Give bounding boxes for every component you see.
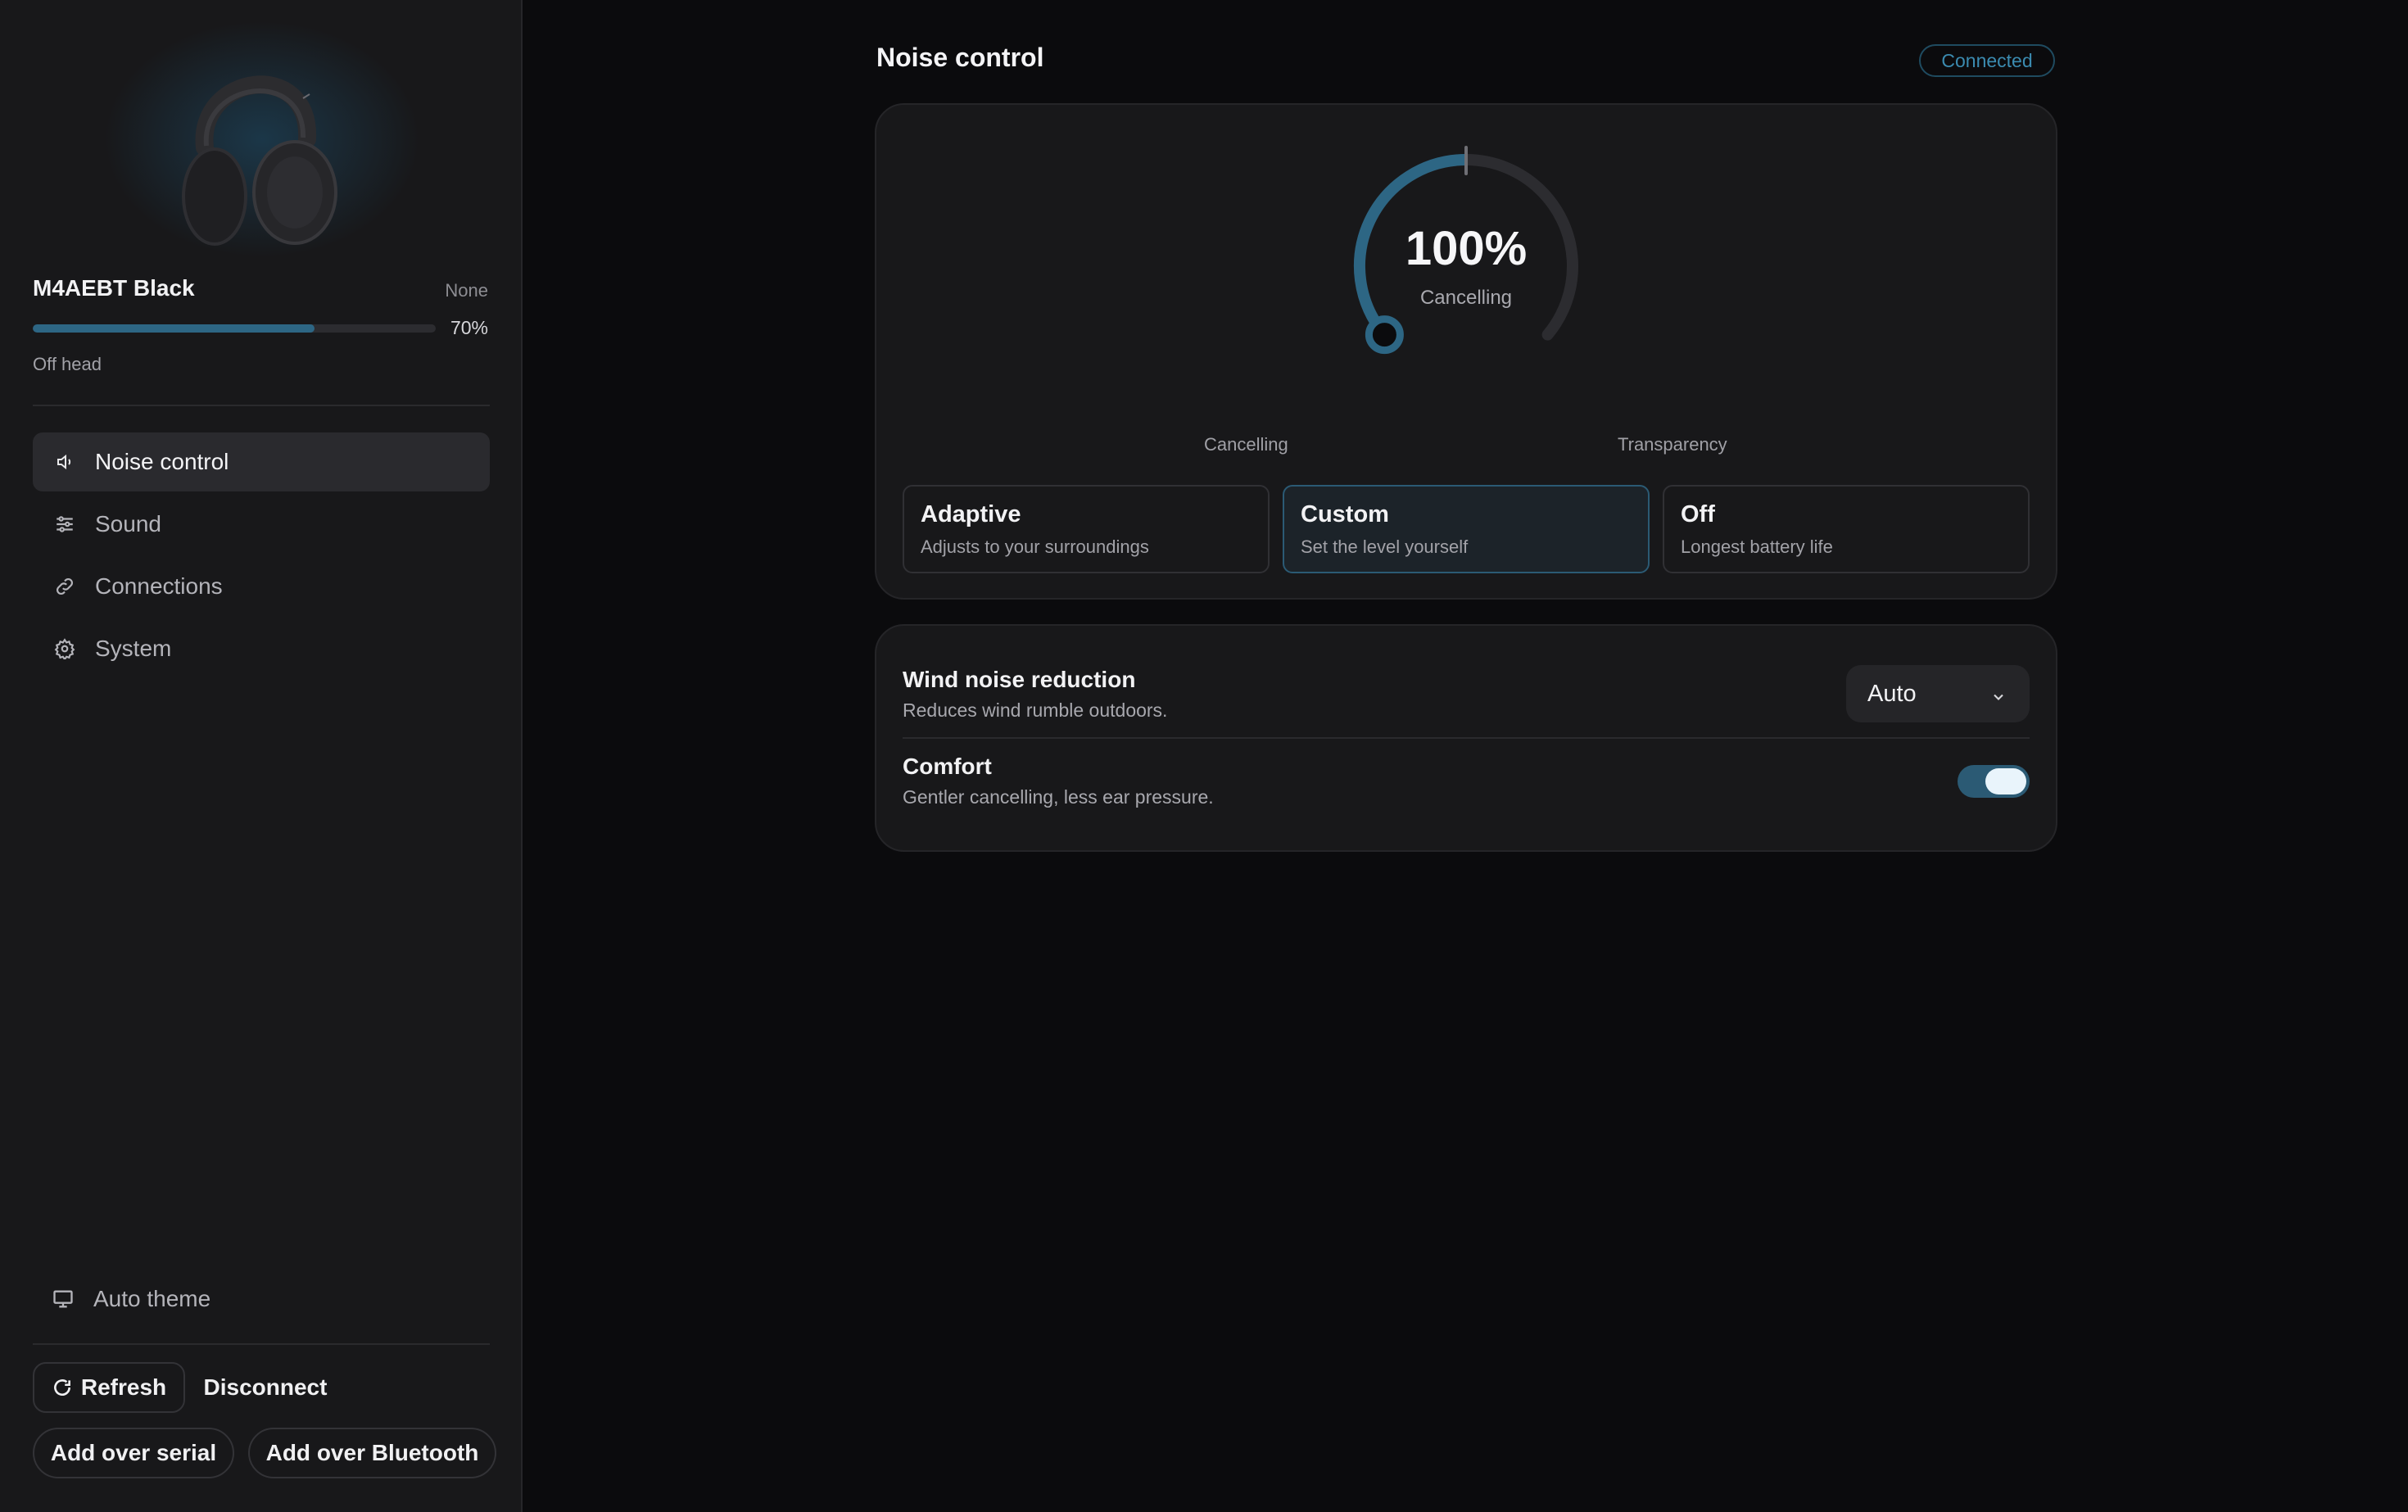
sidebar-nav: Noise control Sound Connections System xyxy=(33,432,490,681)
link-icon xyxy=(52,574,77,599)
device-status-right: None xyxy=(445,280,488,301)
comfort-title: Comfort xyxy=(903,754,992,779)
mode-desc: Adjusts to your surroundings xyxy=(921,536,1149,557)
wear-state: Off head xyxy=(33,354,102,374)
refresh-icon xyxy=(52,1377,73,1398)
battery-bar xyxy=(33,324,436,333)
sidebar-item-label: System xyxy=(95,636,172,661)
comfort-toggle[interactable] xyxy=(1958,765,2030,798)
speaker-icon xyxy=(52,450,77,474)
battery-percent: 70% xyxy=(450,317,488,338)
mode-custom-button[interactable]: Custom Set the level yourself xyxy=(1283,485,1650,573)
page-title: Noise control xyxy=(876,43,1044,72)
headphones-image xyxy=(182,75,337,246)
sidebar: M4AEBT Black None 70% Off head Noise con… xyxy=(0,0,523,1512)
scale-label-cancelling: Cancelling xyxy=(1204,434,1288,455)
comfort-desc: Gentler cancelling, less ear pressure. xyxy=(903,786,1214,808)
sidebar-item-connections[interactable]: Connections xyxy=(33,557,490,616)
mode-adaptive-button[interactable]: Adaptive Adjusts to your surroundings xyxy=(903,485,1270,573)
add-over-bluetooth-button[interactable]: Add over Bluetooth xyxy=(248,1428,496,1478)
wind-noise-select[interactable]: Auto xyxy=(1846,665,2030,722)
connection-status-badge: Connected xyxy=(1919,44,2055,77)
gear-icon xyxy=(52,636,77,661)
sidebar-footer-divider xyxy=(33,1343,490,1345)
options-divider xyxy=(903,737,2030,739)
monitor-icon xyxy=(51,1287,75,1311)
mode-title: Off xyxy=(1681,501,1715,527)
refresh-button[interactable]: Refresh xyxy=(33,1362,185,1413)
sidebar-item-sound[interactable]: Sound xyxy=(33,495,490,554)
sidebar-item-system[interactable]: System xyxy=(33,619,490,678)
disconnect-button[interactable]: Disconnect xyxy=(192,1362,339,1413)
mode-title: Custom xyxy=(1301,501,1389,527)
mode-title: Adaptive xyxy=(921,501,1021,527)
auto-theme-toggle[interactable]: Auto theme xyxy=(51,1286,210,1312)
mode-off-button[interactable]: Off Longest battery life xyxy=(1663,485,2030,573)
mode-desc: Set the level yourself xyxy=(1301,536,1469,557)
sidebar-item-noise-control[interactable]: Noise control xyxy=(33,432,490,491)
sidebar-item-label: Noise control xyxy=(95,449,229,474)
sidebar-divider xyxy=(33,405,490,406)
comfort-toggle-knob xyxy=(1985,768,2026,794)
sidebar-item-label: Connections xyxy=(95,573,223,599)
anc-level-value: 100% xyxy=(1405,222,1528,275)
sliders-icon xyxy=(52,512,77,536)
sidebar-item-label: Sound xyxy=(95,511,161,536)
mode-desc: Longest battery life xyxy=(1681,536,1833,557)
chevron-down-icon xyxy=(1990,685,2007,712)
refresh-label: Refresh xyxy=(80,1374,167,1400)
anc-mode-label: Cancelling xyxy=(1419,287,1513,309)
scale-label-transparency: Transparency xyxy=(1618,434,1727,455)
device-name: M4AEBT Black xyxy=(33,275,195,301)
wind-noise-title: Wind noise reduction xyxy=(903,667,1136,692)
dial-handle xyxy=(1365,315,1404,355)
wind-noise-select-value: Auto xyxy=(1867,680,1917,707)
battery-bar-fill xyxy=(33,324,315,333)
add-over-serial-button[interactable]: Add over serial xyxy=(33,1428,234,1478)
auto-theme-label: Auto theme xyxy=(93,1286,211,1311)
wind-noise-desc: Reduces wind rumble outdoors. xyxy=(903,699,1168,721)
